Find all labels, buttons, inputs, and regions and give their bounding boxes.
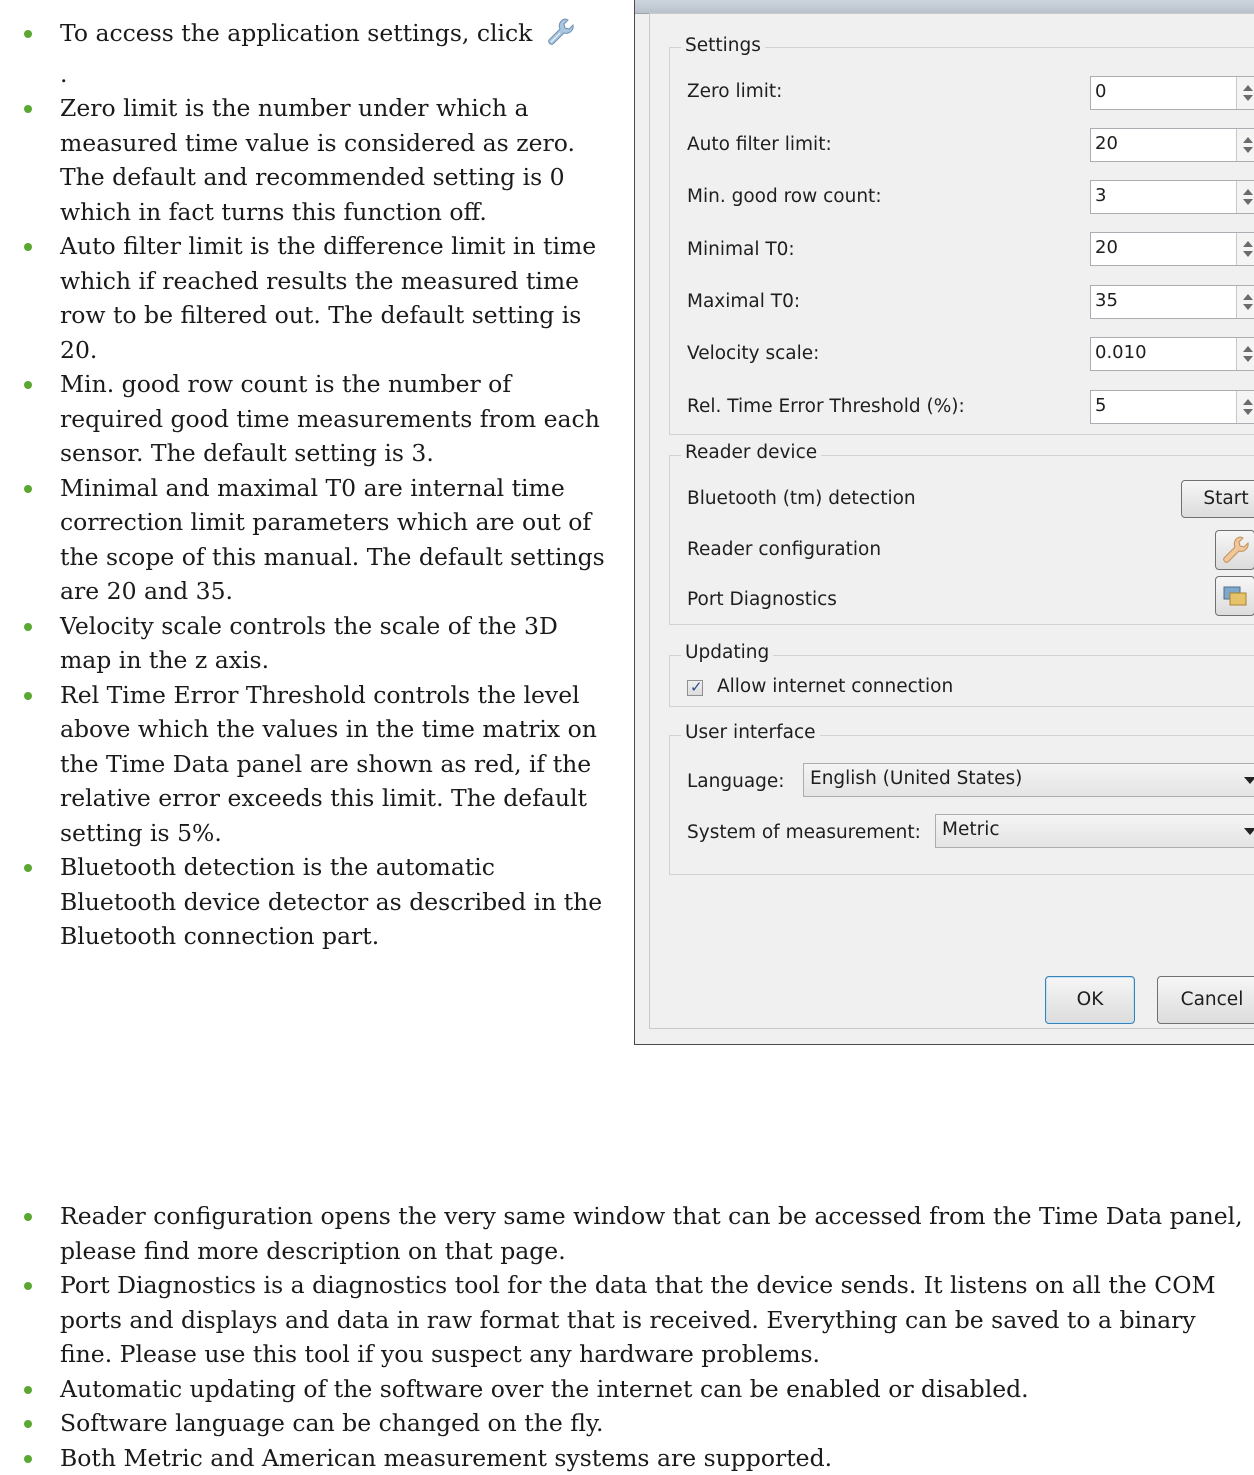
allow-internet-checkbox[interactable]: ✓	[687, 680, 703, 696]
list-item: Minimal and maximal T0 are internal time…	[0, 471, 612, 609]
minimal-t0-spinbox[interactable]: 20	[1090, 232, 1254, 266]
maximal-t0-spinbox[interactable]: 35	[1090, 285, 1254, 319]
wrench-icon	[546, 17, 574, 57]
reader-configuration-button[interactable]	[1215, 530, 1254, 570]
auto-filter-limit-spinbox[interactable]: 20	[1090, 128, 1254, 162]
language-label: Language:	[687, 771, 785, 792]
velocity-scale-spinbox[interactable]: 0.010	[1090, 337, 1254, 371]
port-diagnostics-label: Port Diagnostics	[687, 589, 837, 610]
list-item-text: To access the application settings, clic…	[60, 19, 532, 47]
list-item: Port Diagnostics is a diagnostics tool f…	[0, 1268, 1254, 1372]
spin-arrows-icon[interactable]	[1236, 286, 1254, 318]
minimal-t0-label: Minimal T0:	[687, 239, 795, 260]
auto-filter-limit-value: 20	[1095, 133, 1118, 154]
language-value: English (United States)	[810, 768, 1022, 789]
list-item-text: Min. good row count is the number of req…	[60, 370, 600, 467]
velocity-scale-label: Velocity scale:	[687, 343, 819, 364]
list-item-text: Automatic updating of the software over …	[60, 1375, 1029, 1403]
bottom-bullet-list: Reader configuration opens the very same…	[0, 1199, 1254, 1475]
list-item-text: Software language can be changed on the …	[60, 1409, 604, 1437]
ok-button[interactable]: OK	[1045, 976, 1135, 1024]
list-item: Rel Time Error Threshold controls the le…	[0, 678, 612, 851]
velocity-scale-value: 0.010	[1095, 342, 1147, 363]
reader-configuration-label: Reader configuration	[687, 539, 881, 560]
min-good-row-count-spinbox[interactable]: 3	[1090, 180, 1254, 214]
list-item: Software language can be changed on the …	[0, 1406, 1254, 1441]
system-of-measurement-label: System of measurement:	[687, 822, 921, 843]
list-item: Zero limit is the number under which a m…	[0, 91, 612, 229]
left-bullet-list: To access the application settings, clic…	[0, 16, 612, 954]
bluetooth-detection-label: Bluetooth (tm) detection	[687, 488, 916, 509]
port-diagnostics-button[interactable]	[1215, 576, 1254, 616]
spin-arrows-icon[interactable]	[1236, 129, 1254, 161]
zero-limit-label: Zero limit:	[687, 81, 782, 102]
list-item: Min. good row count is the number of req…	[0, 367, 612, 471]
rel-time-error-threshold-spinbox[interactable]: 5	[1090, 390, 1254, 424]
allow-internet-label: Allow internet connection	[717, 676, 953, 697]
list-item: Automatic updating of the software over …	[0, 1372, 1254, 1407]
list-item: Bluetooth detection is the automatic Blu…	[0, 850, 612, 954]
list-item-text: Rel Time Error Threshold controls the le…	[60, 681, 597, 847]
settings-group-title: Settings	[681, 35, 765, 56]
language-select[interactable]: English (United States)	[803, 763, 1254, 797]
list-item: Reader configuration opens the very same…	[0, 1199, 1254, 1268]
maximal-t0-value: 35	[1095, 290, 1118, 311]
spin-arrows-icon[interactable]	[1236, 77, 1254, 109]
spin-arrows-icon[interactable]	[1236, 181, 1254, 213]
auto-filter-limit-label: Auto filter limit:	[687, 134, 832, 155]
minimal-t0-value: 20	[1095, 237, 1118, 258]
list-item-text: Velocity scale controls the scale of the…	[60, 612, 558, 675]
list-item-text: Auto filter limit is the difference limi…	[60, 232, 596, 364]
settings-dialog: Settings Zero limit: 0 Auto filter limit…	[634, 0, 1254, 1045]
list-item: To access the application settings, clic…	[0, 16, 612, 91]
user-interface-group	[669, 735, 1254, 875]
system-of-measurement-value: Metric	[942, 819, 1000, 840]
list-item: Auto filter limit is the difference limi…	[0, 229, 612, 367]
list-item-text: Zero limit is the number under which a m…	[60, 94, 575, 226]
checkmark-icon: ✓	[690, 678, 703, 696]
user-interface-group-title: User interface	[681, 722, 820, 743]
min-good-row-count-value: 3	[1095, 185, 1106, 206]
rel-time-error-threshold-value: 5	[1095, 395, 1106, 416]
list-item-text: Both Metric and American measurement sys…	[60, 1444, 832, 1472]
list-item: Velocity scale controls the scale of the…	[0, 609, 612, 678]
list-item: Both Metric and American measurement sys…	[0, 1441, 1254, 1475]
updating-group-title: Updating	[681, 642, 773, 663]
chevron-down-icon	[1244, 828, 1254, 835]
spin-arrows-icon[interactable]	[1236, 233, 1254, 265]
zero-limit-value: 0	[1095, 81, 1106, 102]
list-item-text: Bluetooth detection is the automatic Blu…	[60, 853, 602, 950]
wrench-icon	[1221, 549, 1249, 570]
system-of-measurement-select[interactable]: Metric	[935, 814, 1254, 848]
cancel-button[interactable]: Cancel	[1157, 976, 1254, 1024]
list-item-text: Reader configuration opens the very same…	[60, 1202, 1243, 1265]
reader-device-group-title: Reader device	[681, 442, 821, 463]
list-item-suffix: .	[60, 57, 612, 92]
list-item-text: Port Diagnostics is a diagnostics tool f…	[60, 1271, 1216, 1368]
spin-arrows-icon[interactable]	[1236, 391, 1254, 423]
dialog-titlebar	[635, 0, 1254, 14]
diagnostics-icon	[1222, 593, 1248, 614]
bluetooth-start-button[interactable]: Start	[1181, 480, 1254, 518]
zero-limit-spinbox[interactable]: 0	[1090, 76, 1254, 110]
spin-arrows-icon[interactable]	[1236, 338, 1254, 370]
maximal-t0-label: Maximal T0:	[687, 291, 800, 312]
rel-time-error-threshold-label: Rel. Time Error Threshold (%):	[687, 396, 965, 417]
min-good-row-count-label: Min. good row count:	[687, 186, 882, 207]
list-item-text: Minimal and maximal T0 are internal time…	[60, 474, 605, 606]
chevron-down-icon	[1244, 777, 1254, 784]
